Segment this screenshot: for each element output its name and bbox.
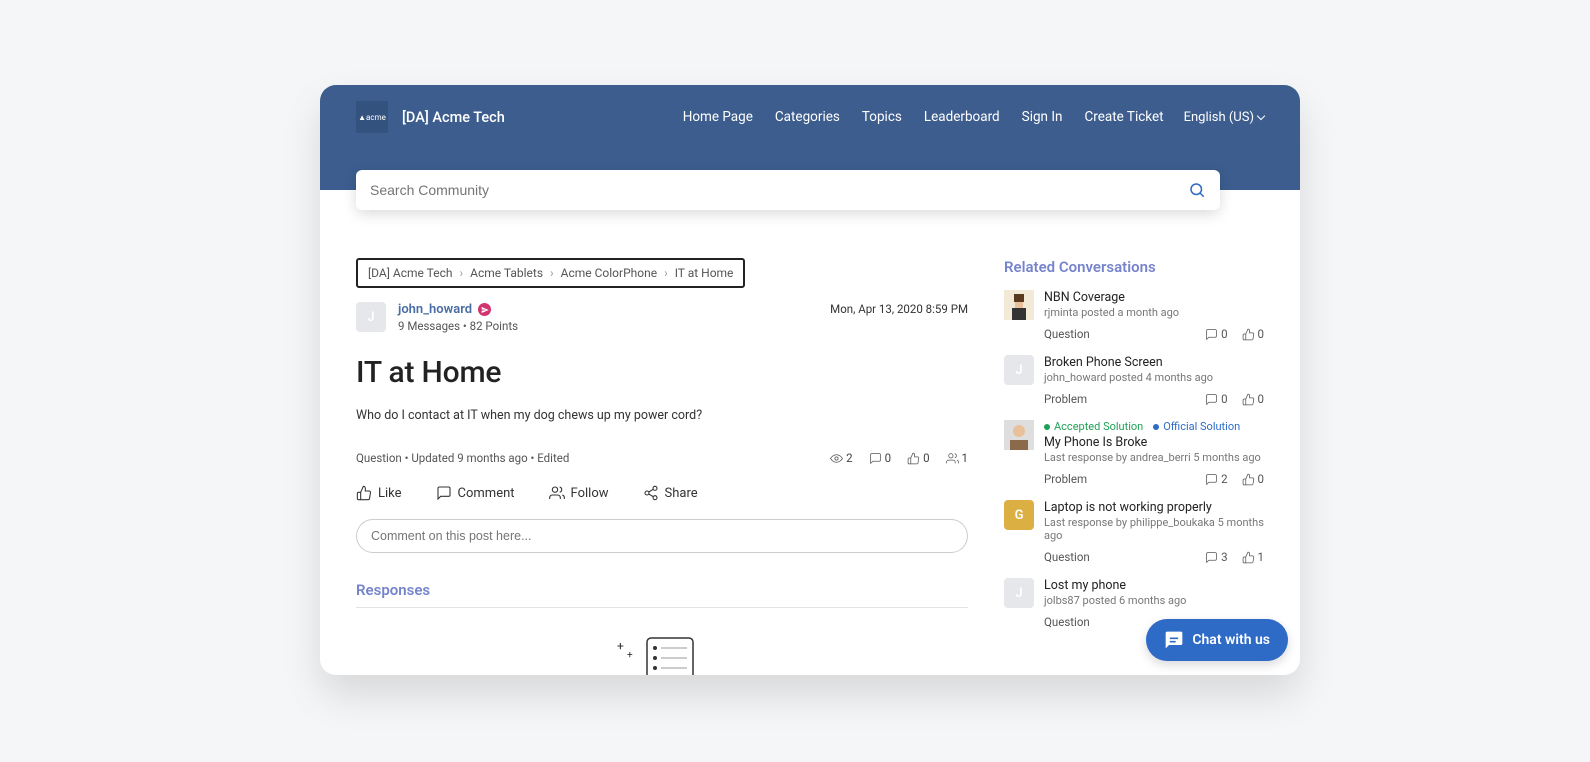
main-nav: Home Page Categories Topics Leaderboard … [683, 109, 1164, 125]
crumb-2[interactable]: Acme ColorPhone [561, 266, 657, 280]
post-title: IT at Home [356, 355, 968, 390]
users-icon [946, 452, 959, 465]
related-likes: 0 [1242, 327, 1264, 341]
related-comments: 0 [1205, 392, 1227, 406]
related-footer: Problem 0 0 [1044, 392, 1264, 406]
like-icon [907, 452, 920, 465]
related-type: Problem [1044, 472, 1087, 486]
nav-signin[interactable]: Sign In [1022, 109, 1063, 125]
related-subtitle: Last response by philippe_boukaka 5 mont… [1044, 516, 1264, 542]
related-avatar: J [1004, 578, 1034, 608]
chat-icon [1164, 630, 1184, 650]
chevron-down-icon [1257, 112, 1265, 120]
related-title: Lost my phone [1044, 578, 1264, 593]
thumbs-up-icon [356, 485, 372, 501]
followers-count: 1 [946, 451, 968, 465]
post-meta: Question • Updated 9 months ago • Edited… [356, 451, 968, 465]
follow-button[interactable]: Follow [549, 485, 609, 501]
related-type: Question [1044, 327, 1090, 341]
post-actions: Like Comment Follow Share [356, 485, 968, 501]
views-count: 2 [830, 451, 852, 465]
empty-state-illustration: + + [356, 630, 968, 675]
breadcrumb: [DA] Acme Tech› Acme Tablets› Acme Color… [356, 258, 745, 288]
related-footer: Problem 2 0 [1044, 472, 1264, 486]
related-comments: 2 [1205, 472, 1227, 486]
responses-heading: Responses [356, 581, 968, 599]
post-meta-text: Question • Updated 9 months ago • Edited [356, 451, 569, 465]
related-footer: Question 0 0 [1044, 327, 1264, 341]
sidebar: Related Conversations NBN Coveragerjmint… [1004, 258, 1264, 675]
related-type: Problem [1044, 392, 1087, 406]
nav-home[interactable]: Home Page [683, 109, 753, 125]
like-button[interactable]: Like [356, 485, 402, 501]
comment-button[interactable]: Comment [436, 485, 515, 501]
users-icon [549, 485, 565, 501]
search-bar[interactable] [356, 170, 1220, 210]
comment-icon [436, 485, 452, 501]
solution-tag: Official Solution [1153, 420, 1240, 433]
related-item[interactable]: NBN Coveragerjminta posted a month ago Qu… [1004, 290, 1264, 341]
app-window: ▲acme [DA] Acme Tech Home Page Categorie… [320, 85, 1300, 675]
comment-input[interactable] [356, 519, 968, 553]
related-avatar: J [1004, 355, 1034, 385]
search-input[interactable] [370, 182, 1188, 198]
related-likes: 0 [1242, 392, 1264, 406]
share-button[interactable]: Share [643, 485, 698, 501]
related-comments: 3 [1205, 550, 1227, 564]
related-avatar [1004, 290, 1034, 320]
author-badge-icon [478, 303, 491, 316]
share-icon [643, 485, 659, 501]
related-item[interactable]: G Laptop is not working properlyLast resp… [1004, 500, 1264, 564]
solution-tag: Accepted Solution [1044, 420, 1143, 433]
related-type: Question [1044, 615, 1090, 629]
post-body: Who do I contact at IT when my dog chews… [356, 408, 968, 423]
divider [356, 607, 968, 608]
author-stats: 9 Messages • 82 Points [398, 319, 518, 333]
language-selector[interactable]: English (US) [1184, 110, 1264, 125]
related-type: Question [1044, 550, 1090, 564]
post-date: Mon, Apr 13, 2020 8:59 PM [830, 302, 968, 316]
main-content: [DA] Acme Tech› Acme Tablets› Acme Color… [356, 258, 968, 675]
likes-count: 0 [907, 451, 929, 465]
related-title: Broken Phone Screen [1044, 355, 1264, 370]
eye-icon [830, 452, 843, 465]
related-subtitle: jolbs87 posted 6 months ago [1044, 594, 1264, 607]
author-name[interactable]: john_howard [398, 302, 472, 317]
related-item[interactable]: Accepted Solution Official Solution My Pho… [1004, 420, 1264, 486]
related-avatar: G [1004, 500, 1034, 530]
related-title: My Phone Is Broke [1044, 435, 1264, 450]
chat-button[interactable]: Chat with us [1146, 619, 1288, 661]
comments-count: 0 [869, 451, 891, 465]
search-icon[interactable] [1188, 181, 1206, 199]
related-title: NBN Coverage [1044, 290, 1264, 305]
related-footer: Question 3 1 [1044, 550, 1264, 564]
svg-text:+: + [627, 650, 633, 661]
nav-create-ticket[interactable]: Create Ticket [1084, 109, 1163, 125]
language-label: English (US) [1184, 110, 1254, 125]
related-avatar [1004, 420, 1034, 450]
related-comments: 0 [1205, 327, 1227, 341]
logo: ▲acme [356, 101, 388, 133]
crumb-0[interactable]: [DA] Acme Tech [368, 266, 453, 280]
related-subtitle: rjminta posted a month ago [1044, 306, 1264, 319]
svg-text:+: + [617, 639, 624, 653]
crumb-1[interactable]: Acme Tablets [470, 266, 543, 280]
comment-icon [869, 452, 882, 465]
related-heading: Related Conversations [1004, 258, 1264, 276]
post-header: J john_howard 9 Messages • 82 Points Mon… [356, 302, 968, 333]
related-subtitle: john_howard posted 4 months ago [1044, 371, 1264, 384]
crumb-3[interactable]: IT at Home [675, 266, 734, 280]
nav-topics[interactable]: Topics [862, 109, 902, 125]
related-likes: 1 [1242, 550, 1264, 564]
site-name[interactable]: [DA] Acme Tech [402, 109, 505, 126]
related-title: Laptop is not working properly [1044, 500, 1264, 515]
nav-categories[interactable]: Categories [775, 109, 840, 125]
related-item[interactable]: J Broken Phone Screenjohn_howard posted 4… [1004, 355, 1264, 406]
related-subtitle: Last response by andrea_berri 5 months a… [1044, 451, 1264, 464]
related-likes: 0 [1242, 472, 1264, 486]
nav-leaderboard[interactable]: Leaderboard [924, 109, 1000, 125]
author-avatar[interactable]: J [356, 302, 386, 332]
